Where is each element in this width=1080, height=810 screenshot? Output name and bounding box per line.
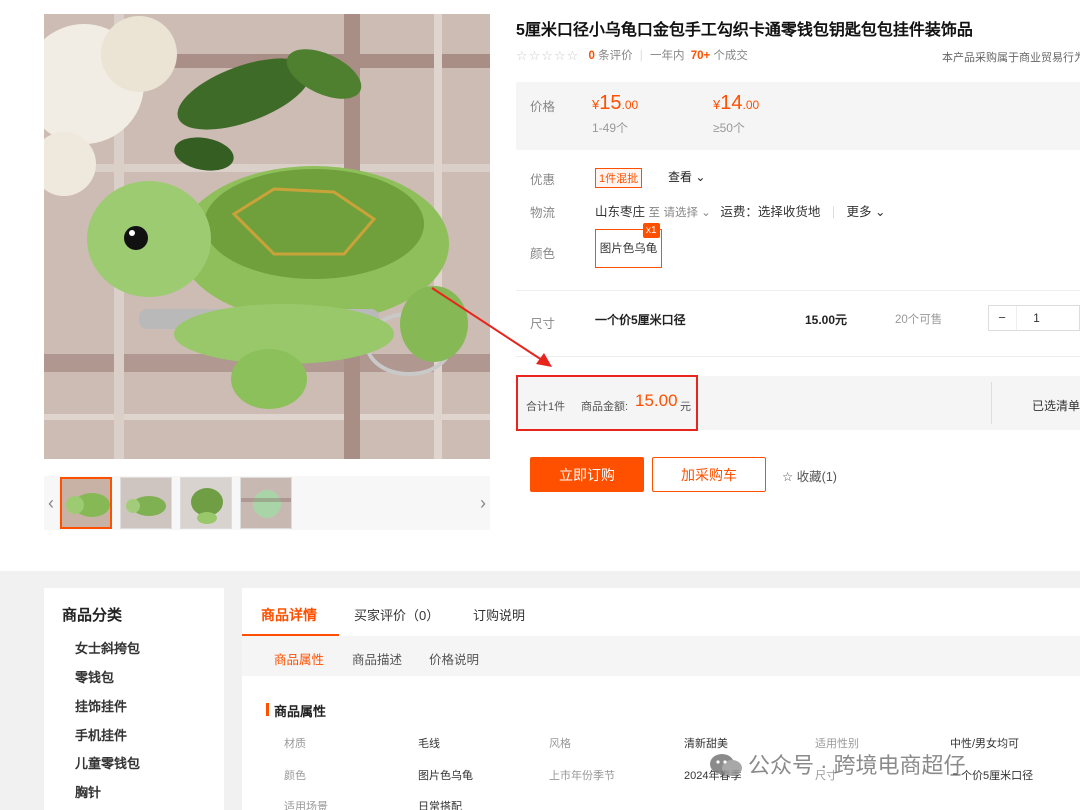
thumbnail-4[interactable]: [240, 477, 292, 529]
category-panel: 商品分类 女士斜挎包 零钱包 挂饰挂件 手机挂件 儿童零钱包 胸针: [44, 588, 224, 810]
attribute-label: 颜色: [284, 770, 306, 782]
sales-prefix: 一年内: [650, 50, 685, 62]
order-now-button[interactable]: 立即订购: [530, 457, 644, 492]
price-box: 价格 ¥15.00 1-49个 ¥14.00 ≥50个: [516, 82, 1080, 150]
total-separator: [991, 382, 992, 424]
tab-order-notes[interactable]: 订购说明: [473, 605, 525, 624]
size-name: 一个价5厘米口径: [595, 313, 686, 327]
price-decimal: .00: [742, 98, 760, 112]
price-range: ≥50个: [713, 121, 745, 135]
wechat-icon: [710, 754, 742, 776]
rating-stars-icon: ☆☆☆☆☆: [516, 47, 580, 63]
rating-separator: |: [639, 50, 643, 62]
logistics-origin: 山东枣庄: [595, 205, 646, 219]
attribute-value: 图片色乌龟: [418, 770, 473, 782]
attribute-label: 风格: [549, 738, 571, 750]
reviews-count[interactable]: 0: [588, 50, 594, 62]
attribute-value: 毛线: [418, 738, 440, 750]
price-decimal: .00: [621, 98, 639, 112]
watermark: 公众号 · 跨境电商超仔: [708, 748, 966, 780]
watermark-text: 公众号 · 跨境电商超仔: [748, 753, 966, 778]
product-title: 5厘米口径小乌龟口金包手工勾织卡通零钱包钥匙包包挂件装饰品: [516, 22, 973, 39]
attribute-label: 上市年份季节: [549, 770, 615, 782]
thumbnail-3[interactable]: [180, 477, 232, 529]
thumbnail-next-arrow[interactable]: ›: [476, 476, 490, 530]
category-item[interactable]: 女士斜挎包: [75, 638, 140, 657]
logistics-row: 山东枣庄 至 请选择 ⌄ 运费：选择收货地 | 更多 ⌄: [595, 201, 886, 220]
size-label: 尺寸: [530, 317, 556, 331]
category-title: 商品分类: [62, 607, 123, 624]
total-highlight-box: [516, 375, 698, 431]
attribute-value: 日常搭配: [418, 801, 462, 810]
promotion-label: 优惠: [530, 173, 556, 187]
size-stock: 20个可售: [895, 314, 943, 326]
color-quantity-badge: x1: [643, 223, 660, 238]
color-label: 颜色: [530, 247, 556, 261]
subtab-description[interactable]: 商品描述: [352, 649, 402, 668]
thumbnail-strip: ‹ ›: [44, 476, 490, 530]
selected-list-button[interactable]: 已选清单: [1032, 397, 1080, 414]
attribute-label: 适用场景: [284, 801, 328, 810]
logistics-to: 至: [648, 207, 661, 219]
promotion-view-button[interactable]: 查看 ⌄: [668, 168, 705, 185]
add-to-cart-button[interactable]: 加采购车: [652, 457, 766, 492]
category-item[interactable]: 挂饰挂件: [75, 696, 127, 715]
reviews-suffix: 条评价: [598, 50, 633, 62]
category-item[interactable]: 儿童零钱包: [75, 753, 140, 772]
subtab-bar: 商品属性 商品描述 价格说明: [242, 636, 1080, 676]
thumbnail-prev-arrow[interactable]: ‹: [44, 476, 58, 530]
tab-product-details[interactable]: 商品详情: [261, 605, 317, 625]
category-item[interactable]: 零钱包: [75, 667, 114, 686]
quantity-minus-button[interactable]: −: [989, 306, 1015, 330]
price-label: 价格: [530, 100, 556, 114]
sales-count: 70+: [690, 50, 711, 62]
logistics-separator: |: [831, 205, 836, 219]
price-tier-1: ¥15.00 1-49个: [592, 92, 638, 136]
promotion-tag[interactable]: 1件混批: [595, 168, 643, 188]
price-integer: 15: [599, 92, 622, 114]
logistics-label: 物流: [530, 206, 556, 220]
category-item[interactable]: 手机挂件: [75, 725, 127, 744]
attribute-label: 材质: [284, 738, 306, 750]
price-tier-2: ¥14.00 ≥50个: [713, 92, 759, 136]
attributes-heading: 商品属性: [265, 701, 326, 720]
shipping-fee: 运费：选择收货地: [720, 205, 821, 219]
sales-suffix: 个成交: [713, 50, 748, 62]
logistics-more-button[interactable]: 更多 ⌄: [847, 205, 886, 219]
rating-row: ☆☆☆☆☆ 0 条评价 | 一年内 70+ 个成交 本产品采购属于商业贸易行为: [516, 47, 1080, 65]
category-item[interactable]: 胸针: [75, 782, 101, 801]
favorite-button[interactable]: ☆ 收藏(1): [782, 466, 837, 485]
main-product-image: [44, 14, 490, 459]
divider: [516, 356, 1080, 357]
tab-buyer-reviews[interactable]: 买家评价（0）: [354, 605, 439, 624]
size-price: 15.00元: [805, 313, 848, 327]
price-range: 1-49个: [592, 121, 629, 135]
divider: [516, 290, 1080, 291]
thumbnail-2[interactable]: [120, 477, 172, 529]
price-integer: 14: [720, 92, 743, 114]
trade-notice: 本产品采购属于商业贸易行为: [942, 52, 1080, 64]
thumbnail-1[interactable]: [60, 477, 112, 529]
quantity-stepper: −: [988, 305, 1080, 331]
subtab-price-notes[interactable]: 价格说明: [429, 649, 479, 668]
subtab-attributes[interactable]: 商品属性: [274, 649, 324, 668]
destination-select[interactable]: 请选择 ⌄: [663, 207, 710, 219]
quantity-input[interactable]: [1016, 306, 1056, 330]
